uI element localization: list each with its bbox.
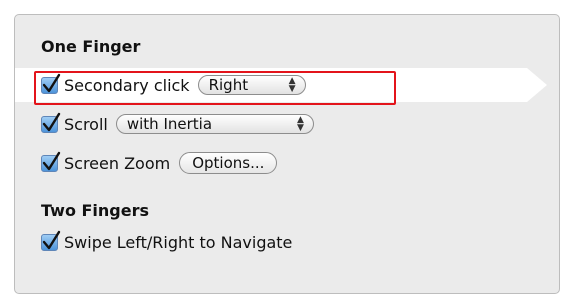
section-title-one-finger: One Finger [41,37,141,56]
swipe-row: Swipe Left/Right to Navigate [41,230,293,252]
swipe-checkbox[interactable] [41,230,61,251]
scroll-checkbox[interactable] [41,112,61,133]
checkmark-icon [42,112,61,131]
gestures-panel: One Finger Secondary click Right ▲ ▼ Scro… [14,14,560,294]
checkmark-icon [42,230,61,250]
screen-zoom-label: Screen Zoom [64,153,171,173]
scroll-row: Scroll with Inertia ▲ ▼ [41,112,314,134]
up-down-arrows-icon: ▲ ▼ [296,115,304,133]
swipe-label: Swipe Left/Right to Navigate [64,233,293,252]
checkmark-icon [42,151,61,170]
section-title-two-fingers: Two Fingers [41,201,150,220]
screen-zoom-checkbox[interactable] [41,151,61,172]
highlight-annotation-box [34,71,396,105]
scroll-popup[interactable]: with Inertia ▲ ▼ [115,114,314,134]
screen-zoom-row: Screen Zoom Options... [41,151,278,174]
scroll-value: with Inertia [126,115,213,133]
options-button[interactable]: Options... [179,152,278,174]
scroll-label: Scroll [64,114,108,134]
